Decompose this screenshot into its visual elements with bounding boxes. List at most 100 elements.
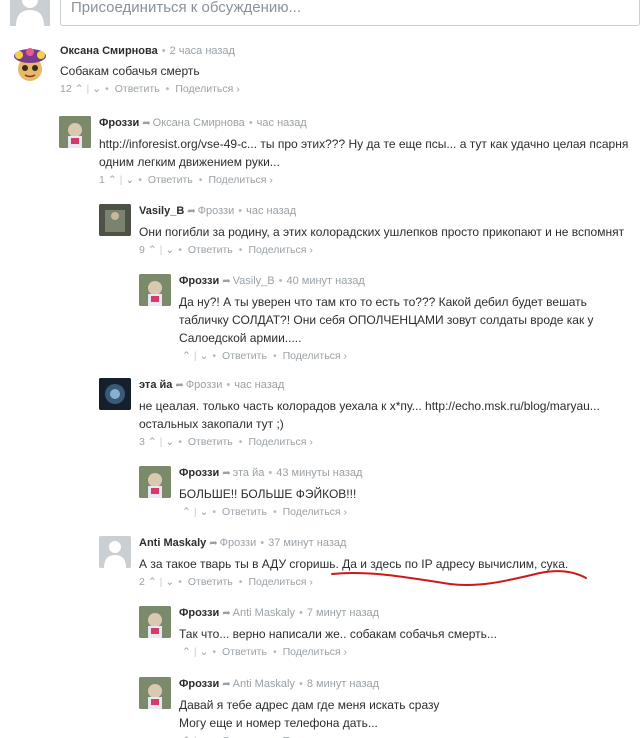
frozzi-avatar[interactable] xyxy=(139,677,171,709)
parent-author[interactable]: Фроззи xyxy=(186,379,223,391)
comment-author[interactable]: Фроззи xyxy=(179,275,219,287)
comment-time[interactable]: час назад xyxy=(257,117,307,129)
share-button[interactable]: Поделиться › xyxy=(248,436,312,448)
upvote-icon[interactable]: ⌃ xyxy=(182,506,191,518)
reply-button[interactable]: Ответить xyxy=(222,506,267,518)
downvote-icon[interactable]: ⌄ xyxy=(92,83,101,95)
action-bullet: • xyxy=(178,576,182,588)
comment-time[interactable]: 43 минуты назад xyxy=(276,467,362,479)
comment-time[interactable]: 7 минут назад xyxy=(307,607,379,619)
vote-count: 9 xyxy=(139,244,145,256)
reply-button[interactable]: Ответить xyxy=(222,350,267,362)
comment: Фроззи ➦ Оксана Смирнова • час назад http://… xyxy=(59,116,640,188)
downvote-icon[interactable]: ⌄ xyxy=(125,174,134,186)
downvote-icon[interactable]: ⌄ xyxy=(165,436,174,448)
share-button[interactable]: Поделиться › xyxy=(283,646,347,658)
oksana-avatar[interactable] xyxy=(10,44,50,84)
frozzi-avatar-icon xyxy=(139,466,171,498)
frozzi-avatar[interactable] xyxy=(59,116,91,148)
upvote-icon[interactable]: ⌃ xyxy=(75,83,84,95)
frozzi-avatar[interactable] xyxy=(139,606,171,638)
frozzi-avatar-icon xyxy=(139,677,171,709)
reply-button[interactable]: Ответить xyxy=(188,576,233,588)
reply-button[interactable]: Ответить xyxy=(148,174,193,186)
comment-text: Они погибли за родину, а этих колорадски… xyxy=(139,225,625,239)
comment-author[interactable]: Оксана Смирнова xyxy=(60,45,158,57)
comment-author[interactable]: Vasily_B xyxy=(139,205,184,217)
action-bullet: • xyxy=(238,576,243,588)
action-bullet: • xyxy=(212,646,217,658)
default-user-icon xyxy=(99,536,131,568)
parent-author[interactable]: Anti Maskaly xyxy=(233,678,295,690)
parent-author[interactable]: Vasily_B xyxy=(233,275,275,287)
comment-time[interactable]: 8 минут назад xyxy=(307,678,379,690)
upvote-icon[interactable]: ⌃ xyxy=(182,646,191,658)
downvote-icon[interactable]: ⌄ xyxy=(200,350,209,362)
vasily-avatar[interactable] xyxy=(99,204,131,236)
vote-count: 2 xyxy=(139,576,145,588)
comment-text: Давай я тебе адрес дам где меня искать с… xyxy=(179,698,440,730)
downvote-icon[interactable]: ⌄ xyxy=(200,506,209,518)
action-bullet: • xyxy=(165,83,170,95)
comment-time[interactable]: 40 минут назад xyxy=(286,275,364,287)
eta-avatar-icon xyxy=(99,378,131,410)
reply-button[interactable]: Ответить xyxy=(115,83,160,95)
comment-time[interactable]: 37 минут назад xyxy=(268,537,346,549)
comment-author[interactable]: Anti Maskaly xyxy=(139,537,206,549)
comment-author[interactable]: Фроззи xyxy=(179,467,219,479)
parent-author[interactable]: Anti Maskaly xyxy=(233,607,295,619)
upvote-icon[interactable]: ⌃ xyxy=(108,174,117,186)
meta-bullet: • xyxy=(226,379,231,391)
downvote-icon[interactable]: ⌄ xyxy=(200,646,209,658)
upvote-icon[interactable]: ⌃ xyxy=(148,244,157,256)
comment-text: Так что... верно написали же.. собакам с… xyxy=(179,627,497,641)
frozzi-avatar[interactable] xyxy=(139,274,171,306)
comment-text: Да ну?! А ты уверен что там кто то есть … xyxy=(179,295,594,345)
reply-button[interactable]: Ответить xyxy=(222,646,267,658)
comment-author[interactable]: Фроззи xyxy=(99,117,139,129)
comment-time[interactable]: час назад xyxy=(246,205,296,217)
downvote-icon[interactable]: ⌄ xyxy=(165,576,174,588)
reply-to-icon: ➦ xyxy=(142,118,151,129)
meta-bullet: • xyxy=(238,205,243,217)
comment-link[interactable]: http://inforesist.org/vse-49-c... xyxy=(99,137,257,151)
reply-to-icon: ➦ xyxy=(222,608,231,619)
share-button[interactable]: Поделиться › xyxy=(208,174,272,186)
upvote-icon[interactable]: ⌃ xyxy=(148,436,157,448)
parent-author[interactable]: эта йа xyxy=(233,467,265,479)
current-user-avatar xyxy=(10,0,50,26)
frozzi-avatar-icon xyxy=(59,116,91,148)
comment-link[interactable]: http://echo.msk.ru/blog/maryau... xyxy=(425,399,600,413)
action-bullet: • xyxy=(212,350,217,362)
comment-author[interactable]: эта йа xyxy=(139,379,172,391)
reply-button[interactable]: Ответить xyxy=(188,436,233,448)
upvote-icon[interactable]: ⌃ xyxy=(148,576,157,588)
comment-time[interactable]: 2 часа назад xyxy=(170,45,235,57)
comment: Фроззи ➦ Anti Maskaly • 7 минут назад Так чт… xyxy=(139,606,640,660)
comment-author[interactable]: Фроззи xyxy=(179,678,219,690)
parent-author[interactable]: Фроззи xyxy=(220,537,257,549)
downvote-icon[interactable]: ⌄ xyxy=(165,244,174,256)
share-button[interactable]: Поделиться › xyxy=(283,506,347,518)
action-bullet: • xyxy=(198,174,203,186)
share-button[interactable]: Поделиться › xyxy=(248,244,312,256)
comment-time[interactable]: час назад xyxy=(234,379,284,391)
parent-author[interactable]: Фроззи xyxy=(198,205,235,217)
share-button[interactable]: Поделиться › xyxy=(248,576,312,588)
frozzi-avatar[interactable] xyxy=(139,466,171,498)
upvote-icon[interactable]: ⌃ xyxy=(182,350,191,362)
share-button[interactable]: Поделиться › xyxy=(175,83,239,95)
comment: Фроззи ➦ эта йа • 43 минуты назад БОЛЬШЕ!! Б… xyxy=(139,466,640,520)
comment-author[interactable]: Фроззи xyxy=(179,607,219,619)
meta-bullet: • xyxy=(278,275,283,287)
share-button[interactable]: Поделиться › xyxy=(283,350,347,362)
action-bullet: • xyxy=(178,436,182,448)
anti-maskaly-avatar[interactable] xyxy=(99,536,131,568)
action-bullet: • xyxy=(272,646,277,658)
vote-count: 3 xyxy=(139,436,145,448)
reply-button[interactable]: Ответить xyxy=(188,244,233,256)
eta-avatar[interactable] xyxy=(99,378,131,410)
parent-author[interactable]: Оксана Смирнова xyxy=(153,117,245,129)
join-discussion-input[interactable]: Присоединиться к обсуждению... xyxy=(60,0,640,26)
comment: Фроззи ➦ Vasily_B • 40 минут назад Да ну?! А… xyxy=(139,274,640,364)
